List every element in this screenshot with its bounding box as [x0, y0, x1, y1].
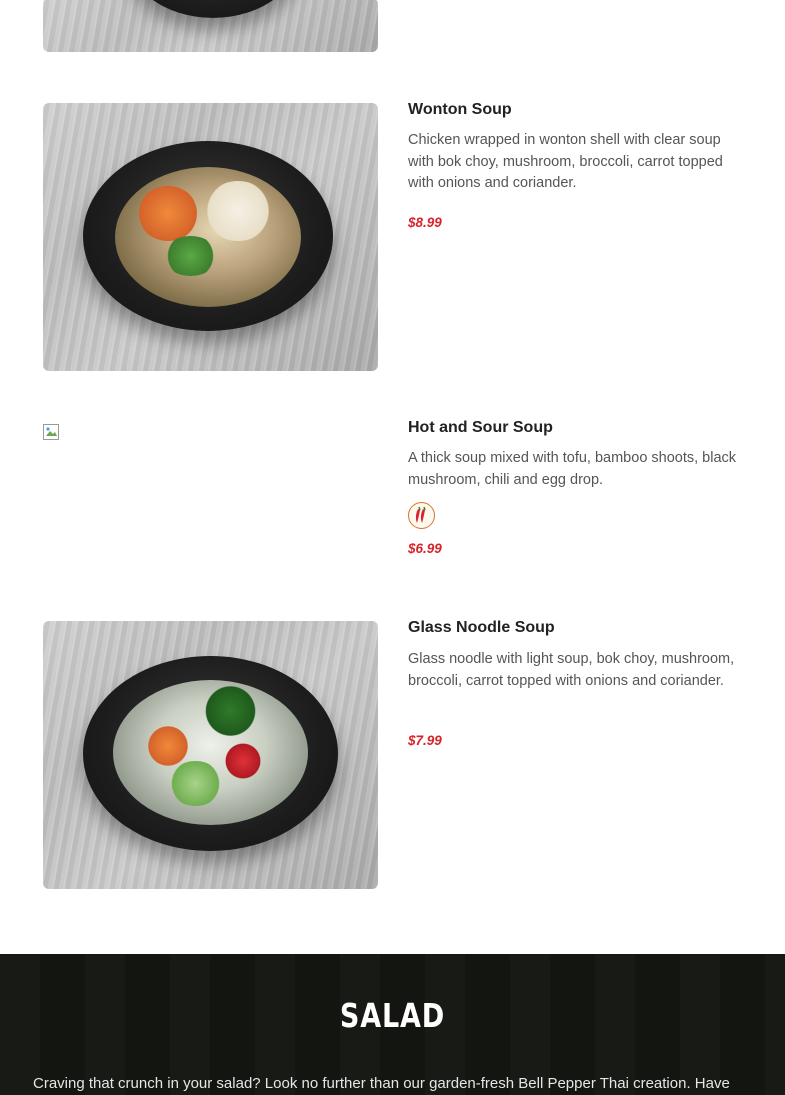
previous-item-photo	[43, 0, 378, 52]
item-price-glass-noodle-soup: $7.99	[408, 733, 442, 748]
broken-image-icon	[43, 424, 59, 440]
chili-pepper-icon	[408, 502, 435, 529]
wonton-soup-photo	[43, 103, 378, 371]
glass-noodle-soup-photo	[43, 621, 378, 889]
item-description-wonton-soup: Chicken wrapped in wonton shell with cle…	[408, 132, 723, 191]
item-description-hot-and-sour-soup: A thick soup mixed with tofu, bamboo sho…	[408, 450, 737, 488]
section-title: SALAD	[339, 996, 446, 1035]
item-title-glass-noodle-soup: Glass Noodle Soup	[408, 619, 555, 636]
item-title-hot-and-sour-soup: Hot and Sour Soup	[408, 419, 553, 436]
item-title-wonton-soup: Wonton Soup	[408, 101, 512, 118]
section-intro: Craving that crunch in your salad? Look …	[33, 1075, 730, 1092]
salad-section: SALAD Craving that crunch in your salad?…	[0, 954, 785, 1095]
item-price-hot-and-sour-soup: $6.99	[408, 541, 442, 556]
item-price-wonton-soup: $8.99	[408, 215, 442, 230]
bowl-image	[123, 0, 303, 18]
item-description-glass-noodle-soup: Glass noodle with light soup, bok choy, …	[408, 651, 735, 689]
